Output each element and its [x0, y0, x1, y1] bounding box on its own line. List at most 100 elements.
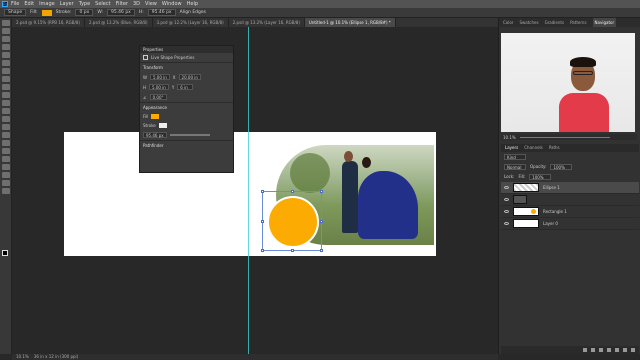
layer-row[interactable]: Rectangle 1 — [501, 206, 639, 218]
menu-window[interactable]: Window — [162, 1, 182, 7]
fill-color-swatch[interactable] — [151, 114, 160, 119]
path-select-tool-icon[interactable] — [1, 156, 10, 162]
doc-tab[interactable]: 2.psd @ 13.2% (Layer 16, RGB/8) — [229, 18, 305, 27]
transform-handle[interactable] — [261, 220, 264, 223]
link-layers-icon[interactable] — [583, 348, 587, 352]
layer-name[interactable]: Layer 0 — [543, 221, 558, 226]
orange-ellipse-shape[interactable] — [267, 196, 319, 248]
trash-icon[interactable] — [631, 348, 635, 352]
lasso-tool-icon[interactable] — [1, 36, 10, 42]
mask-icon[interactable] — [599, 348, 603, 352]
doc-tab[interactable]: 2.psd @ 9.15% (RPB 16, RGB/8) — [12, 18, 85, 27]
crop-tool-icon[interactable] — [1, 52, 10, 58]
tab-gradients[interactable]: Gradients — [545, 18, 565, 27]
tab-paths[interactable]: Paths — [549, 144, 560, 152]
tab-layers[interactable]: Layers — [505, 144, 518, 152]
move-tool-icon[interactable] — [1, 20, 10, 26]
clone-stamp-tool-icon[interactable] — [1, 92, 10, 98]
height-field[interactable]: 5.00 in — [149, 84, 169, 90]
hand-tool-icon[interactable] — [1, 172, 10, 178]
menu-image[interactable]: Image — [39, 1, 55, 7]
menu-edit[interactable]: Edit — [24, 1, 34, 7]
visibility-eye-icon[interactable] — [504, 222, 509, 225]
quick-select-tool-icon[interactable] — [1, 44, 10, 50]
canvas-area[interactable] — [12, 27, 498, 354]
blur-tool-icon[interactable] — [1, 124, 10, 130]
pen-tool-icon[interactable] — [1, 140, 10, 146]
menu-3d[interactable]: 3D — [133, 1, 140, 7]
shape-mode-select[interactable]: Shape — [4, 9, 27, 16]
history-brush-tool-icon[interactable] — [1, 100, 10, 106]
zoom-tool-icon[interactable] — [1, 180, 10, 186]
opacity-input[interactable]: 100% — [550, 164, 573, 170]
visibility-eye-icon[interactable] — [504, 186, 509, 189]
marquee-tool-icon[interactable] — [1, 28, 10, 34]
layer-row[interactable] — [501, 194, 639, 206]
layer-name[interactable]: Ellipse 1 — [543, 185, 560, 190]
menu-type[interactable]: Type — [79, 1, 90, 7]
stroke-color-swatch[interactable] — [158, 123, 167, 128]
transform-handle[interactable] — [320, 220, 323, 223]
menu-file[interactable]: File — [11, 1, 19, 7]
tab-channels[interactable]: Channels — [524, 144, 543, 152]
stroke-size-input[interactable]: 0 px — [75, 9, 94, 16]
stroke-width-field[interactable]: 95.46 px — [143, 132, 167, 138]
transform-handle[interactable] — [261, 190, 264, 193]
fx-icon[interactable] — [591, 348, 595, 352]
status-zoom[interactable]: 10.1% — [16, 354, 29, 359]
doc-tab[interactable]: 3.psd @ 12.2% (Layer 16, RGB/8) — [153, 18, 229, 27]
angle-field[interactable]: 0.00° — [149, 94, 167, 100]
align-edges-checkbox[interactable]: Align Edges — [180, 10, 206, 15]
layer-row[interactable]: Ellipse 1 — [501, 182, 639, 194]
width-field[interactable]: 5.00 in — [149, 74, 170, 80]
visibility-eye-icon[interactable] — [504, 210, 509, 213]
ellipse-bounding-box[interactable] — [261, 190, 323, 252]
transform-handle[interactable] — [320, 190, 323, 193]
adjustment-icon[interactable] — [607, 348, 611, 352]
ellipse-tool-icon[interactable] — [1, 164, 10, 170]
frame-tool-icon[interactable] — [1, 60, 10, 66]
transform-handle[interactable] — [291, 249, 294, 252]
document-canvas[interactable] — [64, 132, 436, 256]
fill-swatch[interactable] — [41, 9, 52, 16]
transform-section-title[interactable]: Transform — [140, 62, 233, 72]
group-icon[interactable] — [615, 348, 619, 352]
new-layer-icon[interactable] — [623, 348, 627, 352]
brush-tool-icon[interactable] — [1, 84, 10, 90]
pathfinder-section-title[interactable]: Pathfinder — [140, 140, 233, 150]
menu-filter[interactable]: Filter — [116, 1, 128, 7]
layer-row[interactable]: Layer 0 — [501, 218, 639, 230]
tab-swatches[interactable]: Swatches — [519, 18, 538, 27]
transform-handle[interactable] — [291, 190, 294, 193]
menu-layer[interactable]: Layer — [60, 1, 74, 7]
layer-filter-kind[interactable]: Kind — [504, 154, 526, 160]
foreground-color-swatch[interactable] — [2, 250, 8, 256]
dodge-tool-icon[interactable] — [1, 132, 10, 138]
height-input[interactable]: 95.46 px — [147, 9, 176, 16]
gradient-tool-icon[interactable] — [1, 116, 10, 122]
layer-name[interactable]: Rectangle 1 — [543, 209, 567, 214]
stroke-width-slider[interactable] — [169, 134, 210, 136]
transform-handle[interactable] — [261, 249, 264, 252]
doc-tab[interactable]: 2.psd @ 13.2% (Blue, RGB/8) — [85, 18, 153, 27]
transform-handle[interactable] — [320, 249, 323, 252]
type-tool-icon[interactable] — [1, 148, 10, 154]
appearance-section-title[interactable]: Appearance — [140, 102, 233, 112]
layer-fill-input[interactable]: 100% — [529, 174, 552, 180]
doc-tab-active[interactable]: Untitled-1 @ 10.1% (Ellipse 1, RGB/8#) * — [304, 18, 396, 27]
visibility-eye-icon[interactable] — [504, 198, 509, 201]
x-field[interactable]: 20.00 in — [178, 74, 201, 80]
blend-mode-select[interactable]: Normal — [504, 164, 526, 170]
y-field[interactable]: 6 in — [177, 84, 194, 90]
tab-patterns[interactable]: Patterns — [570, 18, 586, 27]
more-tools-icon[interactable] — [1, 188, 10, 194]
menu-help[interactable]: Help — [187, 1, 198, 7]
width-input[interactable]: 95.46 px — [107, 9, 135, 16]
healing-brush-tool-icon[interactable] — [1, 76, 10, 82]
tab-color[interactable]: Color — [503, 18, 513, 27]
navigator-zoom-value[interactable]: 10.1% — [503, 135, 516, 140]
vertical-guide[interactable] — [248, 27, 249, 354]
menu-view[interactable]: View — [145, 1, 157, 7]
menu-select[interactable]: Select — [95, 1, 110, 7]
tab-navigator[interactable]: Navigator — [592, 18, 617, 27]
